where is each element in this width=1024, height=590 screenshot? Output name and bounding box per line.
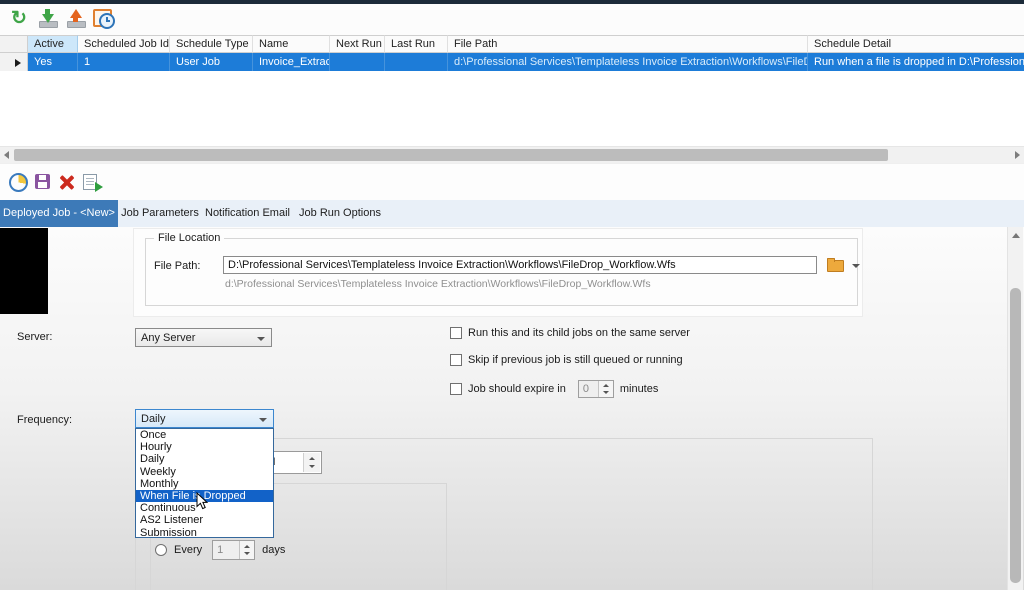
col-header-file-path[interactable]: File Path [448, 35, 808, 53]
cell-name[interactable]: Invoice_Extraction [253, 53, 330, 71]
expire-checkbox[interactable] [450, 383, 462, 395]
scroll-right-icon[interactable] [1015, 151, 1020, 159]
file-location-groupbox: File Location File Path: d:\Professional… [145, 238, 858, 306]
expire-minutes-stepper[interactable]: 0 [578, 380, 614, 398]
col-header-name[interactable]: Name [253, 35, 330, 53]
col-header-last-run[interactable]: Last Run [385, 35, 448, 53]
import-icon[interactable] [36, 7, 60, 31]
empty-side-panel [0, 228, 48, 314]
vertical-scrollbar[interactable] [1007, 227, 1023, 590]
server-label: Server: [17, 331, 52, 343]
expire-minutes-value: 0 [579, 383, 598, 395]
cell-schedule-detail[interactable]: Run when a file is dropped in D:\Profess… [808, 53, 1024, 71]
tab-job-run-options[interactable]: Job Run Options [295, 200, 385, 227]
row-selector[interactable] [0, 53, 28, 71]
horizontal-scrollbar-thumb[interactable] [14, 149, 888, 161]
mouse-cursor-icon [196, 492, 208, 510]
skip-if-queued-label: Skip if previous job is still queued or … [468, 354, 683, 366]
skip-if-queued-checkbox-row: Skip if previous job is still queued or … [450, 354, 683, 366]
browse-dropdown-icon[interactable] [852, 264, 860, 268]
app-window: ↻ Active Scheduled Job Id Schedule Type … [0, 0, 1024, 590]
frequency-dropdown-list: OnceHourlyDailyWeeklyMonthlyWhen File is… [135, 428, 274, 538]
server-dropdown[interactable]: Any Server [135, 328, 272, 347]
col-header-schedule-type[interactable]: Schedule Type [170, 35, 253, 53]
frequency-option[interactable]: AS2 Listener [136, 514, 273, 526]
same-server-checkbox[interactable] [450, 327, 462, 339]
cell-scheduled-job-id[interactable]: 1 [78, 53, 170, 71]
run-icon[interactable] [81, 171, 103, 193]
every-days-row: Every 1 days [155, 540, 285, 560]
frequency-label: Frequency: [17, 414, 72, 426]
scroll-up-icon[interactable] [1012, 233, 1020, 238]
schedule-icon[interactable] [92, 7, 116, 31]
file-path-hint: d:\Professional Services\Templateless In… [225, 278, 651, 290]
every-days-radio[interactable] [155, 544, 167, 556]
every-days-value: 1 [213, 544, 239, 556]
stepper-up-icon[interactable] [309, 457, 315, 460]
expire-label-suffix: minutes [620, 383, 659, 395]
horizontal-scrollbar[interactable] [0, 146, 1024, 163]
tab-notification-email[interactable]: Notification Email [200, 200, 295, 227]
detail-tabbar: Deployed Job - <New> Job Parameters Noti… [0, 200, 1024, 228]
jobs-grid: Active Scheduled Job Id Schedule Type Na… [0, 35, 1024, 71]
folder-icon [827, 260, 844, 272]
frequency-option[interactable]: Submission [136, 527, 273, 539]
col-header-active[interactable]: Active [28, 35, 78, 53]
detail-toolbar [0, 163, 1024, 201]
cell-next-run[interactable] [330, 53, 385, 71]
every-days-stepper[interactable]: 1 [212, 540, 255, 560]
save-icon[interactable] [32, 171, 54, 193]
current-row-arrow-icon [15, 59, 21, 67]
grid-corner [0, 35, 28, 53]
stepper-up-icon[interactable] [603, 384, 609, 387]
frequency-option[interactable]: Once [136, 429, 273, 441]
chevron-down-icon [259, 418, 267, 422]
frequency-dropdown-value: Daily [141, 413, 165, 425]
file-path-input[interactable] [223, 256, 817, 274]
export-icon[interactable] [64, 7, 88, 31]
tab-deployed-job[interactable]: Deployed Job - <New> [0, 200, 118, 227]
stepper-down-icon[interactable] [603, 391, 609, 394]
tab-job-parameters[interactable]: Job Parameters [120, 200, 200, 227]
expire-label-prefix: Job should expire in [468, 383, 566, 395]
frequency-option[interactable]: Hourly [136, 441, 273, 453]
delete-icon[interactable] [56, 171, 78, 193]
frequency-dropdown[interactable]: Daily [135, 409, 274, 428]
file-path-label: File Path: [154, 260, 200, 272]
server-dropdown-value: Any Server [141, 332, 195, 344]
refresh-icon[interactable]: ↻ [7, 7, 31, 31]
cell-file-path[interactable]: d:\Professional Services\Templateless In… [448, 53, 808, 71]
cell-active[interactable]: Yes [28, 53, 78, 71]
pie-clock-icon[interactable] [7, 171, 29, 193]
every-label: Every [174, 544, 202, 556]
col-header-scheduled-job-id[interactable]: Scheduled Job Id [78, 35, 170, 53]
cell-last-run[interactable] [385, 53, 448, 71]
col-header-next-run[interactable]: Next Run [330, 35, 385, 53]
same-server-checkbox-row: Run this and its child jobs on the same … [450, 327, 690, 339]
jobs-toolbar: ↻ [0, 4, 1024, 35]
days-label: days [262, 544, 285, 556]
skip-if-queued-checkbox[interactable] [450, 354, 462, 366]
browse-button[interactable] [823, 256, 847, 275]
deployed-job-panel: File Location File Path: d:\Professional… [0, 227, 1024, 590]
stepper-up-icon[interactable] [244, 545, 250, 548]
file-location-group-label: File Location [154, 232, 224, 244]
col-header-schedule-detail[interactable]: Schedule Detail [808, 35, 1024, 53]
stepper-down-icon[interactable] [244, 552, 250, 555]
stepper-down-icon[interactable] [309, 465, 315, 468]
cell-schedule-type[interactable]: User Job [170, 53, 253, 71]
vertical-scrollbar-thumb[interactable] [1010, 288, 1021, 583]
expire-checkbox-row: Job should expire in 0 minutes [450, 380, 658, 398]
frequency-option[interactable]: Monthly [136, 478, 273, 490]
scroll-left-icon[interactable] [4, 151, 9, 159]
chevron-down-icon [257, 337, 265, 341]
same-server-label: Run this and its child jobs on the same … [468, 327, 690, 339]
frequency-option[interactable]: Weekly [136, 466, 273, 478]
frequency-option[interactable]: Daily [136, 453, 273, 465]
